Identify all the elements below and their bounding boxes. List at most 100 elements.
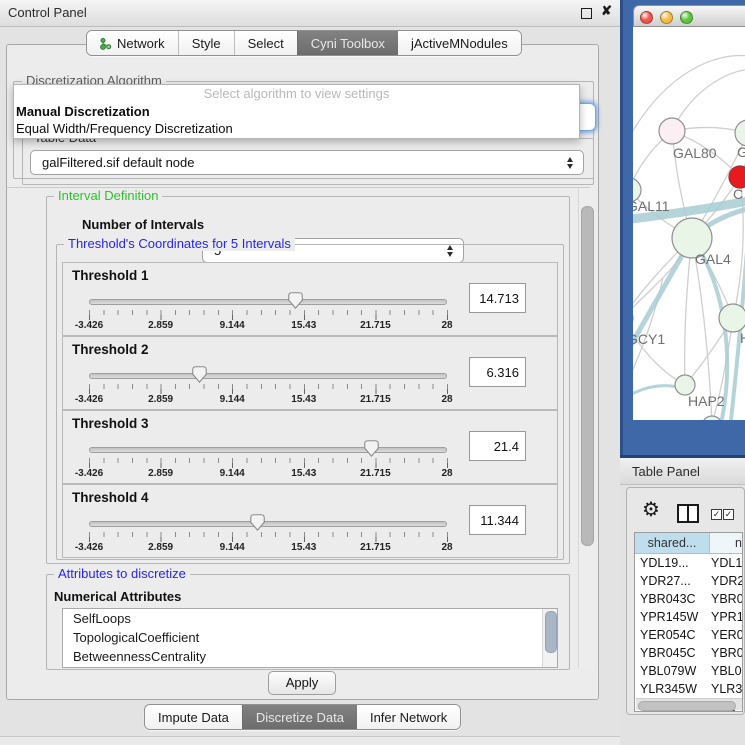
table-data-combo[interactable]: galFiltered.sif default node xyxy=(30,150,584,175)
cell-shared-name[interactable]: YPR145W xyxy=(635,608,709,626)
table-row[interactable]: YDR27...YDR2 xyxy=(635,572,742,590)
tab-cyni-toolbox[interactable]: Cyni Toolbox xyxy=(297,31,398,55)
cell-shared-name[interactable]: YBL079W xyxy=(635,662,709,680)
slider-scale-label: -3.426 xyxy=(75,542,103,553)
attribute-list-item[interactable]: TopologicalCoefficient xyxy=(63,628,557,647)
table-hscrollbar-thumb[interactable] xyxy=(638,701,736,711)
network-canvas[interactable]: GAL80GCGAL11GAL4GCY1HHAP2 xyxy=(633,27,745,420)
option-manual-discretization[interactable]: Manual Discretization xyxy=(14,103,579,120)
network-node[interactable] xyxy=(735,120,745,146)
network-window-titlebar[interactable] xyxy=(633,5,745,27)
attributes-list-scrollbar[interactable] xyxy=(542,609,557,667)
network-node[interactable] xyxy=(675,375,695,395)
tab-select[interactable]: Select xyxy=(234,31,297,55)
column-header-name[interactable]: n xyxy=(710,533,742,553)
table-row[interactable]: YDL19...YDL1 xyxy=(635,554,742,572)
slider-ticks xyxy=(89,310,448,320)
table-panel-region: Table Panel ⚙ ✓ ✓ shared... n YDL19...YD… xyxy=(620,455,745,745)
node-attribute-table[interactable]: shared... n YDL19...YDL1YDR27...YDR2YBR0… xyxy=(634,532,743,712)
cell-shared-name[interactable]: YBR045C xyxy=(635,644,709,662)
gear-icon[interactable]: ⚙ xyxy=(642,500,660,520)
cell-shared-name[interactable]: YLR345W xyxy=(635,680,709,698)
column-layout-icon[interactable] xyxy=(677,504,699,523)
cell-shared-name[interactable]: YDR27... xyxy=(635,572,709,590)
network-node[interactable] xyxy=(729,166,745,188)
float-window-icon[interactable] xyxy=(581,8,592,19)
slider-track[interactable] xyxy=(89,447,447,453)
table-row[interactable]: YBL079WYBL0 xyxy=(635,662,742,680)
tab-impute-data[interactable]: Impute Data xyxy=(145,705,242,729)
cell-name[interactable]: YER0 xyxy=(709,626,742,644)
threshold-slider[interactable]: -3.4262.8599.14415.4321.71528 xyxy=(89,485,447,557)
cell-name[interactable]: YLR3 xyxy=(709,680,742,698)
cell-name[interactable]: YPR1 xyxy=(709,608,742,626)
slider-thumb[interactable] xyxy=(364,440,379,457)
network-node[interactable] xyxy=(659,118,685,144)
cell-name[interactable]: YBR0 xyxy=(709,644,742,662)
checkbox-icon[interactable]: ✓ xyxy=(723,509,734,520)
window-bottom-edge xyxy=(0,736,620,745)
app-root: Control Panel ✘ Network Style Select Cyn… xyxy=(0,0,745,745)
slider-scale-label: 9.144 xyxy=(220,320,245,331)
tab-discretize-data[interactable]: Discretize Data xyxy=(242,705,357,729)
network-edge[interactable] xyxy=(685,238,692,385)
close-traffic-light-icon[interactable] xyxy=(640,11,653,24)
cell-shared-name[interactable]: YDL19... xyxy=(635,554,709,572)
cell-shared-name[interactable]: YBR043C xyxy=(635,590,709,608)
slider-thumb[interactable] xyxy=(250,514,265,531)
attribute-list-item[interactable]: BetweennessCentrality xyxy=(63,647,557,666)
network-node-label: G xyxy=(737,144,745,160)
cell-name[interactable]: YDL1 xyxy=(709,554,742,572)
tab-impute-data-label: Impute Data xyxy=(158,710,229,725)
table-row[interactable]: YBR043CYBR0 xyxy=(635,590,742,608)
zoom-traffic-light-icon[interactable] xyxy=(680,11,693,24)
table-row[interactable]: YPR145WYPR1 xyxy=(635,608,742,626)
cell-name[interactable]: YBL0 xyxy=(709,662,742,680)
threshold-slider[interactable]: -3.4262.8599.14415.4321.71528 xyxy=(89,263,447,335)
table-row[interactable]: YBR045CYBR0 xyxy=(635,644,742,662)
slider-thumb[interactable] xyxy=(288,292,303,309)
threshold-value-field[interactable]: 6.316 xyxy=(469,357,526,387)
slider-track[interactable] xyxy=(89,299,447,305)
network-edge[interactable] xyxy=(633,55,745,145)
threshold-value-field[interactable]: 21.4 xyxy=(469,431,526,461)
network-edge[interactable] xyxy=(672,69,745,131)
checkbox-icon[interactable]: ✓ xyxy=(711,509,722,520)
threshold-value-field[interactable]: 14.713 xyxy=(469,283,526,313)
slider-ticks xyxy=(89,384,448,394)
table-row[interactable]: YLR345WYLR3 xyxy=(635,680,742,698)
numerical-attributes-list[interactable]: SelfLoopsTopologicalCoefficientBetweenne… xyxy=(62,608,558,668)
slider-scale-label: -3.426 xyxy=(75,468,103,479)
threshold-slider[interactable]: -3.4262.8599.14415.4321.71528 xyxy=(89,411,447,483)
network-node[interactable] xyxy=(702,416,722,420)
algorithm-hint-option[interactable]: Select algorithm to view settings xyxy=(14,85,579,103)
attribute-list-item[interactable]: SelfLoops xyxy=(63,609,557,628)
slider-scale-label: 2.859 xyxy=(148,468,173,479)
slider-scale-label: 21.715 xyxy=(360,542,391,553)
apply-button[interactable]: Apply xyxy=(268,671,336,695)
main-vertical-scrollbar[interactable] xyxy=(578,188,595,668)
network-node[interactable] xyxy=(719,304,745,332)
network-graph[interactable]: GAL80GCGAL11GAL4GCY1HHAP2 xyxy=(633,27,745,420)
slider-track[interactable] xyxy=(89,521,447,527)
slider-thumb[interactable] xyxy=(192,366,207,383)
option-equal-width-frequency[interactable]: Equal Width/Frequency Discretization xyxy=(14,120,579,137)
threshold-value-field[interactable]: 11.344 xyxy=(469,505,526,535)
minimize-traffic-light-icon[interactable] xyxy=(660,11,673,24)
cell-shared-name[interactable]: YER054C xyxy=(635,626,709,644)
tab-network[interactable]: Network xyxy=(87,31,178,55)
tab-style[interactable]: Style xyxy=(178,31,234,55)
main-scrollbar-thumb[interactable] xyxy=(581,206,594,546)
threshold-slider[interactable]: -3.4262.8599.14415.4321.71528 xyxy=(89,337,447,409)
cell-name[interactable]: YDR2 xyxy=(709,572,742,590)
slider-track[interactable] xyxy=(89,373,447,379)
table-row[interactable]: YER054CYER0 xyxy=(635,626,742,644)
column-header-shared[interactable]: shared... xyxy=(635,533,710,553)
close-icon[interactable]: ✘ xyxy=(601,3,612,19)
tab-jactivemnodules[interactable]: jActiveMNodules xyxy=(398,31,521,55)
table-horizontal-scrollbar[interactable] xyxy=(636,698,743,710)
attributes-scrollbar-thumb[interactable] xyxy=(545,611,557,653)
slider-scale-label: 2.859 xyxy=(148,394,173,405)
tab-infer-network[interactable]: Infer Network xyxy=(357,705,460,729)
cell-name[interactable]: YBR0 xyxy=(709,590,742,608)
